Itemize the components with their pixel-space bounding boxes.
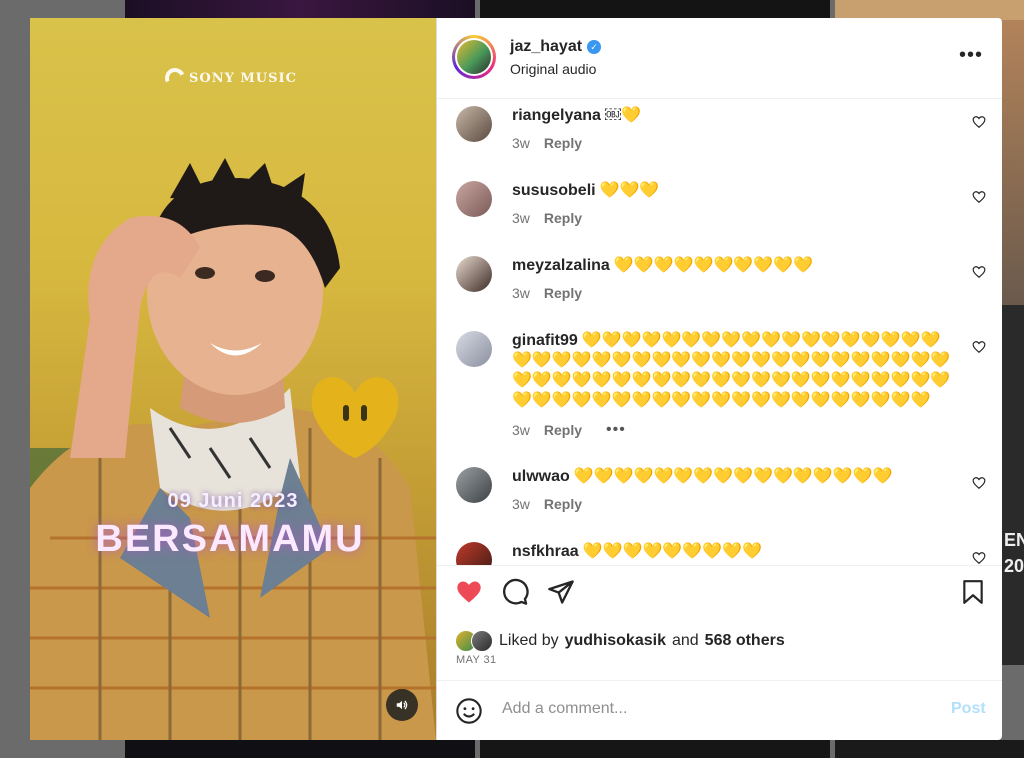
background-tile (480, 0, 830, 20)
liked-by-username[interactable]: yudhisokasik (565, 632, 666, 650)
comment-text: ￼💛 (604, 107, 641, 124)
post-actions: Liked by yudhisokasik and 568 others MAY… (437, 565, 1002, 681)
reply-button[interactable]: Reply (544, 285, 582, 301)
reply-button[interactable]: Reply (544, 422, 582, 438)
comment-like-icon[interactable] (972, 115, 986, 129)
comment-meta: 3w Reply ••• (512, 421, 626, 439)
audio-link[interactable]: Original audio (510, 61, 596, 77)
comment-time: 3w (512, 285, 530, 301)
background-tile (125, 740, 475, 758)
comment-meta: 3w Reply (512, 210, 582, 226)
comment-avatar[interactable] (456, 256, 492, 292)
liked-by-text: Liked by (499, 632, 559, 649)
comment-text: 💛💛💛💛💛💛💛💛💛 (582, 543, 762, 560)
post-header: jaz_hayat ✓ Original audio ••• (437, 18, 1002, 99)
comment-text: 💛💛💛💛💛💛💛💛💛💛💛💛💛💛💛💛 (573, 468, 893, 485)
comment-more-icon[interactable]: ••• (606, 421, 626, 439)
background-tile (1002, 20, 1024, 305)
comment-username[interactable]: ulwwao (512, 468, 570, 485)
more-options-icon[interactable]: ••• (959, 44, 983, 67)
comment-time: 3w (512, 422, 530, 438)
add-comment-bar: Post (437, 680, 1002, 740)
share-icon[interactable] (547, 578, 575, 606)
comment-text: 💛💛💛 (599, 182, 660, 199)
mute-button[interactable] (386, 689, 418, 721)
sony-music-logo-icon (162, 65, 188, 91)
comment-avatar[interactable] (456, 106, 492, 142)
comment-like-icon[interactable] (972, 265, 986, 279)
background-tile (480, 740, 830, 758)
background-tile (835, 740, 1024, 758)
likes-summary: Liked by yudhisokasik and 568 others (455, 630, 785, 652)
reply-button[interactable]: Reply (544, 135, 582, 151)
background-text: EN (1004, 530, 1024, 550)
comment-text-row: sususobeli 💛💛💛 (512, 181, 958, 201)
comment-username[interactable]: sususobeli (512, 182, 596, 199)
background-text: 20 (1004, 556, 1024, 576)
comment-meta: 3w Reply (512, 496, 582, 512)
comment-username[interactable]: ginafit99 (512, 332, 578, 349)
comment-avatar[interactable] (456, 331, 492, 367)
comment-avatar[interactable] (456, 542, 492, 565)
brand-label: SONY MUSIC (189, 70, 297, 86)
liker-avatar[interactable] (471, 630, 493, 652)
comment-text: 💛💛💛💛💛💛💛💛💛💛 (613, 257, 814, 274)
post-date: MAY 31 (456, 654, 497, 666)
person-illustration (30, 158, 436, 740)
comment-time: 3w (512, 210, 530, 226)
comment-text-row: meyzalzalina 💛💛💛💛💛💛💛💛💛💛 (512, 256, 958, 276)
post-media[interactable]: SONY MUSIC 09 Juni 2023 BERSAMAMU (30, 18, 436, 740)
comment-username[interactable]: nsfkhraa (512, 543, 579, 560)
background-tile (835, 0, 1024, 20)
comment-meta: 3w Reply (512, 285, 582, 301)
comment-username[interactable]: meyzalzalina (512, 257, 610, 274)
author-username-row: jaz_hayat ✓ (510, 38, 602, 56)
comment-text-row: nsfkhraa 💛💛💛💛💛💛💛💛💛 (512, 542, 958, 562)
post-comment-button[interactable]: Post (951, 700, 986, 718)
background-tile (1002, 305, 1024, 665)
brand-logo: SONY MUSIC (162, 65, 297, 91)
comment-text-row: ginafit99 💛💛💛💛💛💛💛💛💛💛💛💛💛💛💛💛💛💛💛💛💛💛💛💛💛💛💛💛💛💛💛… (512, 331, 958, 411)
comment-like-icon[interactable] (972, 476, 986, 490)
comment-time: 3w (512, 496, 530, 512)
author-username[interactable]: jaz_hayat (510, 38, 582, 56)
comment-text-row: ulwwao 💛💛💛💛💛💛💛💛💛💛💛💛💛💛💛💛 (512, 467, 958, 487)
save-bookmark-icon[interactable] (960, 578, 986, 606)
likes-count-link[interactable]: 568 others (705, 632, 785, 650)
comment-avatar[interactable] (456, 467, 492, 503)
post-modal: SONY MUSIC 09 Juni 2023 BERSAMAMU jaz_ha… (30, 18, 1002, 740)
emoji-icon[interactable] (455, 697, 483, 725)
like-heart-icon[interactable] (455, 578, 483, 606)
comment-like-icon[interactable] (972, 340, 986, 354)
post-details-panel: jaz_hayat ✓ Original audio ••• riangelya… (436, 18, 1002, 740)
comment-username[interactable]: riangelyana (512, 107, 601, 124)
comment-time: 3w (512, 135, 530, 151)
comment-input[interactable] (500, 699, 924, 719)
comment-like-icon[interactable] (972, 551, 986, 565)
reply-button[interactable]: Reply (544, 496, 582, 512)
reply-button[interactable]: Reply (544, 210, 582, 226)
comment-icon[interactable] (501, 578, 529, 606)
comments-list[interactable]: riangelyana ￼💛 3w Reply sususobeli 💛💛💛 3w … (437, 99, 1002, 565)
speaker-icon (396, 700, 408, 710)
media-title-text: BERSAMAMU (95, 518, 365, 560)
comment-text-row: riangelyana ￼💛 (512, 106, 958, 126)
author-avatar[interactable] (452, 35, 496, 79)
verified-badge-icon: ✓ (587, 40, 602, 54)
comment-avatar[interactable] (456, 181, 492, 217)
background-tile (125, 0, 475, 20)
comment-like-icon[interactable] (972, 190, 986, 204)
liked-and-text: and (671, 632, 699, 649)
media-date-text: 09 Juni 2023 (167, 490, 299, 512)
comment-meta: 3w Reply (512, 135, 582, 151)
